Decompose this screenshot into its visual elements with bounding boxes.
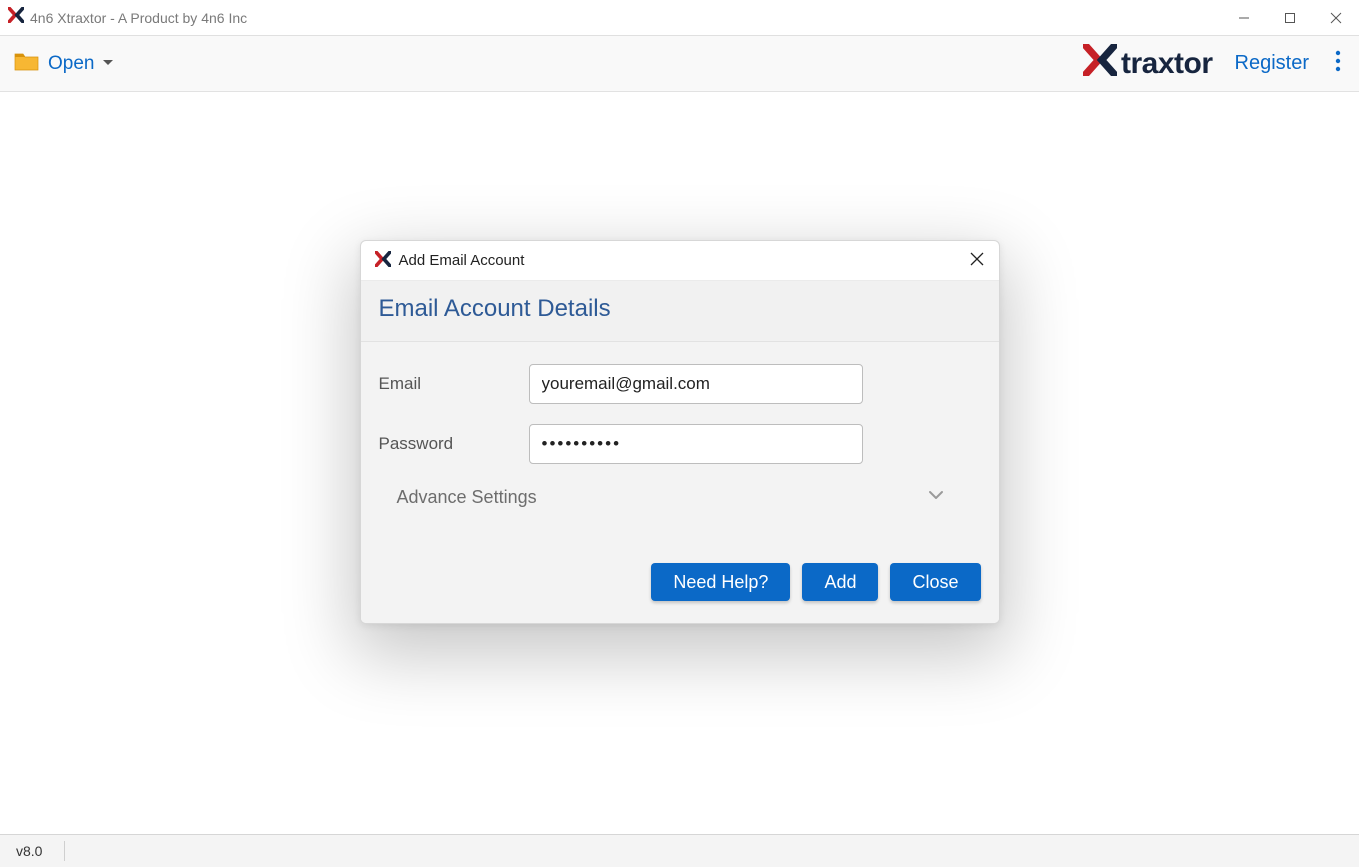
- minimize-button[interactable]: [1221, 0, 1267, 36]
- password-label: Password: [379, 434, 529, 454]
- advance-settings-toggle[interactable]: Advance Settings: [379, 470, 981, 537]
- main-toolbar: Open traxtor Register: [0, 36, 1359, 92]
- titlebar-left: 4n6 Xtraxtor - A Product by 4n6 Inc: [0, 7, 247, 28]
- password-input[interactable]: [529, 424, 863, 464]
- register-link[interactable]: Register: [1235, 52, 1309, 75]
- close-button[interactable]: Close: [890, 563, 980, 601]
- email-row: Email: [379, 364, 981, 404]
- brand-x-icon: [1083, 44, 1117, 84]
- email-input[interactable]: [529, 364, 863, 404]
- chevron-down-icon: [927, 486, 945, 509]
- app-logo-icon: [8, 7, 24, 28]
- window-title: 4n6 Xtraxtor - A Product by 4n6 Inc: [30, 10, 247, 26]
- window-titlebar: 4n6 Xtraxtor - A Product by 4n6 Inc: [0, 0, 1359, 36]
- advance-settings-label: Advance Settings: [397, 487, 537, 508]
- toolbar-right: traxtor Register: [1083, 44, 1345, 84]
- dropdown-caret-icon: [102, 53, 114, 75]
- version-label: v8.0: [16, 843, 42, 859]
- dialog-logo-icon: [375, 251, 391, 271]
- status-separator: [64, 841, 65, 861]
- window-close-button[interactable]: [1313, 0, 1359, 36]
- content-area: Add Email Account Email Account Details …: [0, 92, 1359, 834]
- open-button[interactable]: Open: [14, 50, 114, 78]
- dialog-title-text: Add Email Account: [399, 252, 525, 269]
- dialog-button-row: Need Help? Add Close: [361, 563, 999, 623]
- more-menu-button[interactable]: [1331, 50, 1345, 78]
- dialog-body: Email Password Advance Settings: [361, 342, 999, 563]
- email-label: Email: [379, 374, 529, 394]
- folder-icon: [14, 50, 40, 78]
- brand-logo: traxtor: [1083, 44, 1213, 84]
- window-controls: [1221, 0, 1359, 36]
- dialog-titlebar: Add Email Account: [361, 241, 999, 280]
- dialog-header: Email Account Details: [361, 280, 999, 342]
- open-label: Open: [48, 53, 94, 75]
- password-row: Password: [379, 424, 981, 464]
- brand-text: traxtor: [1121, 47, 1213, 81]
- maximize-button[interactable]: [1267, 0, 1313, 36]
- add-email-account-dialog: Add Email Account Email Account Details …: [360, 240, 1000, 624]
- dialog-close-button[interactable]: [969, 251, 985, 271]
- need-help-button[interactable]: Need Help?: [651, 563, 790, 601]
- status-bar: v8.0: [0, 834, 1359, 867]
- add-button[interactable]: Add: [802, 563, 878, 601]
